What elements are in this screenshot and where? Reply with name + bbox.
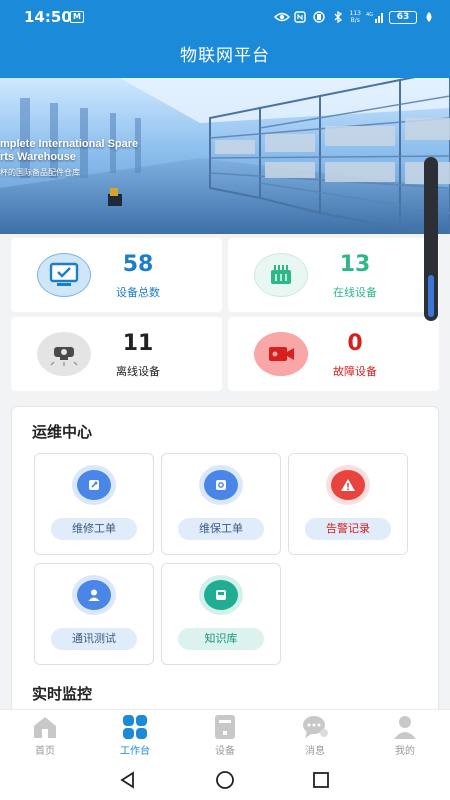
home-icon xyxy=(31,714,59,740)
profile-icon xyxy=(391,714,419,740)
battery-indicator: 63 xyxy=(389,10,417,24)
monitor-icon xyxy=(35,250,93,300)
stat-value-total: 58 xyxy=(122,252,154,277)
banner-headline: mplete International Spare rts Warehouse xyxy=(0,138,138,164)
banner-headline-line2: rts Warehouse xyxy=(0,151,77,163)
nfc-icon xyxy=(293,11,307,23)
camera-offline-icon xyxy=(35,329,93,379)
status-icons: 113 B/s 4G 63 xyxy=(273,8,436,26)
ops-item-maintenance-order[interactable]: 维保工单 xyxy=(161,453,281,555)
book-icon xyxy=(204,580,238,610)
stat-card-fault[interactable]: 0 故障设备 xyxy=(228,317,439,391)
status-time: 14:50 xyxy=(24,8,72,26)
ops-label-knowledge-base: 知识库 xyxy=(178,628,264,650)
tab-label-device: 设备 xyxy=(215,746,235,757)
warning-icon xyxy=(331,470,365,500)
tab-workbench[interactable]: 工作台 xyxy=(90,710,180,761)
banner-subtitle: 杯的国际备品配件仓库 xyxy=(0,168,80,177)
bottom-tab-bar: 首页 工作台 设备 消息 我的 xyxy=(0,709,450,760)
ops-item-repair-order[interactable]: 维修工单 xyxy=(34,453,154,555)
workbench-icon xyxy=(121,714,149,740)
tab-message[interactable]: 消息 xyxy=(270,710,360,761)
network-speed: 113 B/s xyxy=(350,10,361,24)
warehouse-banner[interactable]: mplete International Spare rts Warehouse… xyxy=(0,78,450,234)
tab-device[interactable]: 设备 xyxy=(180,710,270,761)
tab-label-message: 消息 xyxy=(305,746,325,757)
stat-label-total: 设备总数 xyxy=(116,286,160,299)
svg-text:4G: 4G xyxy=(366,12,373,18)
system-nav-bar xyxy=(0,760,450,800)
leaf-icon xyxy=(422,11,436,23)
stat-label-offline: 离线设备 xyxy=(116,365,160,378)
ops-label-comm-test: 通讯测试 xyxy=(51,628,137,650)
realtime-monitor-title: 实时监控 xyxy=(32,685,93,703)
vibrate-icon xyxy=(312,11,326,23)
eye-icon xyxy=(273,11,290,23)
network-speed-unit: B/s xyxy=(350,17,360,24)
wrench-icon xyxy=(77,470,111,500)
page-title: 物联网平台 xyxy=(180,46,270,66)
scrollbar-thumb[interactable] xyxy=(428,275,434,317)
network-speed-value: 113 xyxy=(349,10,361,17)
camera-fault-icon xyxy=(252,329,310,379)
back-icon[interactable] xyxy=(116,768,140,792)
ops-label-alarm-records: 告警记录 xyxy=(305,518,391,540)
ops-item-knowledge-base[interactable]: 知识库 xyxy=(161,563,281,665)
tab-profile[interactable]: 我的 xyxy=(360,710,450,761)
notification-badge-icon: M xyxy=(70,11,84,23)
ops-center-panel: 运维中心 维修工单 维保工单 告警记录 通讯测试 知识库 实时监控 xyxy=(11,406,439,716)
chip-icon xyxy=(252,250,310,300)
tab-home[interactable]: 首页 xyxy=(0,710,90,761)
maintenance-icon xyxy=(204,470,238,500)
ops-item-alarm-records[interactable]: 告警记录 xyxy=(288,453,408,555)
ops-label-maintenance-order: 维保工单 xyxy=(178,518,264,540)
status-bar: 14:50 M 113 B/s 4G 63 xyxy=(0,0,450,34)
ops-center-title: 运维中心 xyxy=(32,423,93,441)
stat-label-online: 在线设备 xyxy=(333,286,377,299)
bluetooth-icon xyxy=(331,10,345,24)
ops-item-comm-test[interactable]: 通讯测试 xyxy=(34,563,154,665)
user-icon xyxy=(77,580,111,610)
scrollbar[interactable] xyxy=(424,157,438,321)
tab-label-profile: 我的 xyxy=(395,746,415,757)
tab-label-home: 首页 xyxy=(35,746,55,757)
stat-card-total[interactable]: 58 设备总数 xyxy=(11,238,222,312)
tab-label-workbench: 工作台 xyxy=(120,746,150,757)
stat-label-fault: 故障设备 xyxy=(333,365,377,378)
ops-label-repair-order: 维修工单 xyxy=(51,518,137,540)
stat-value-fault: 0 xyxy=(347,331,363,356)
stat-card-offline[interactable]: 11 离线设备 xyxy=(11,317,222,391)
stat-card-online[interactable]: 13 在线设备 xyxy=(228,238,439,312)
app-header: 物联网平台 xyxy=(0,34,450,78)
recent-apps-icon[interactable] xyxy=(309,768,333,792)
device-icon xyxy=(211,714,239,740)
stat-value-offline: 11 xyxy=(122,331,154,356)
home-button-icon[interactable] xyxy=(213,768,237,792)
signal-icon: 4G xyxy=(366,11,384,23)
stat-value-online: 13 xyxy=(339,252,371,277)
banner-headline-line1: mplete International Spare xyxy=(0,138,139,150)
message-icon xyxy=(301,714,329,740)
